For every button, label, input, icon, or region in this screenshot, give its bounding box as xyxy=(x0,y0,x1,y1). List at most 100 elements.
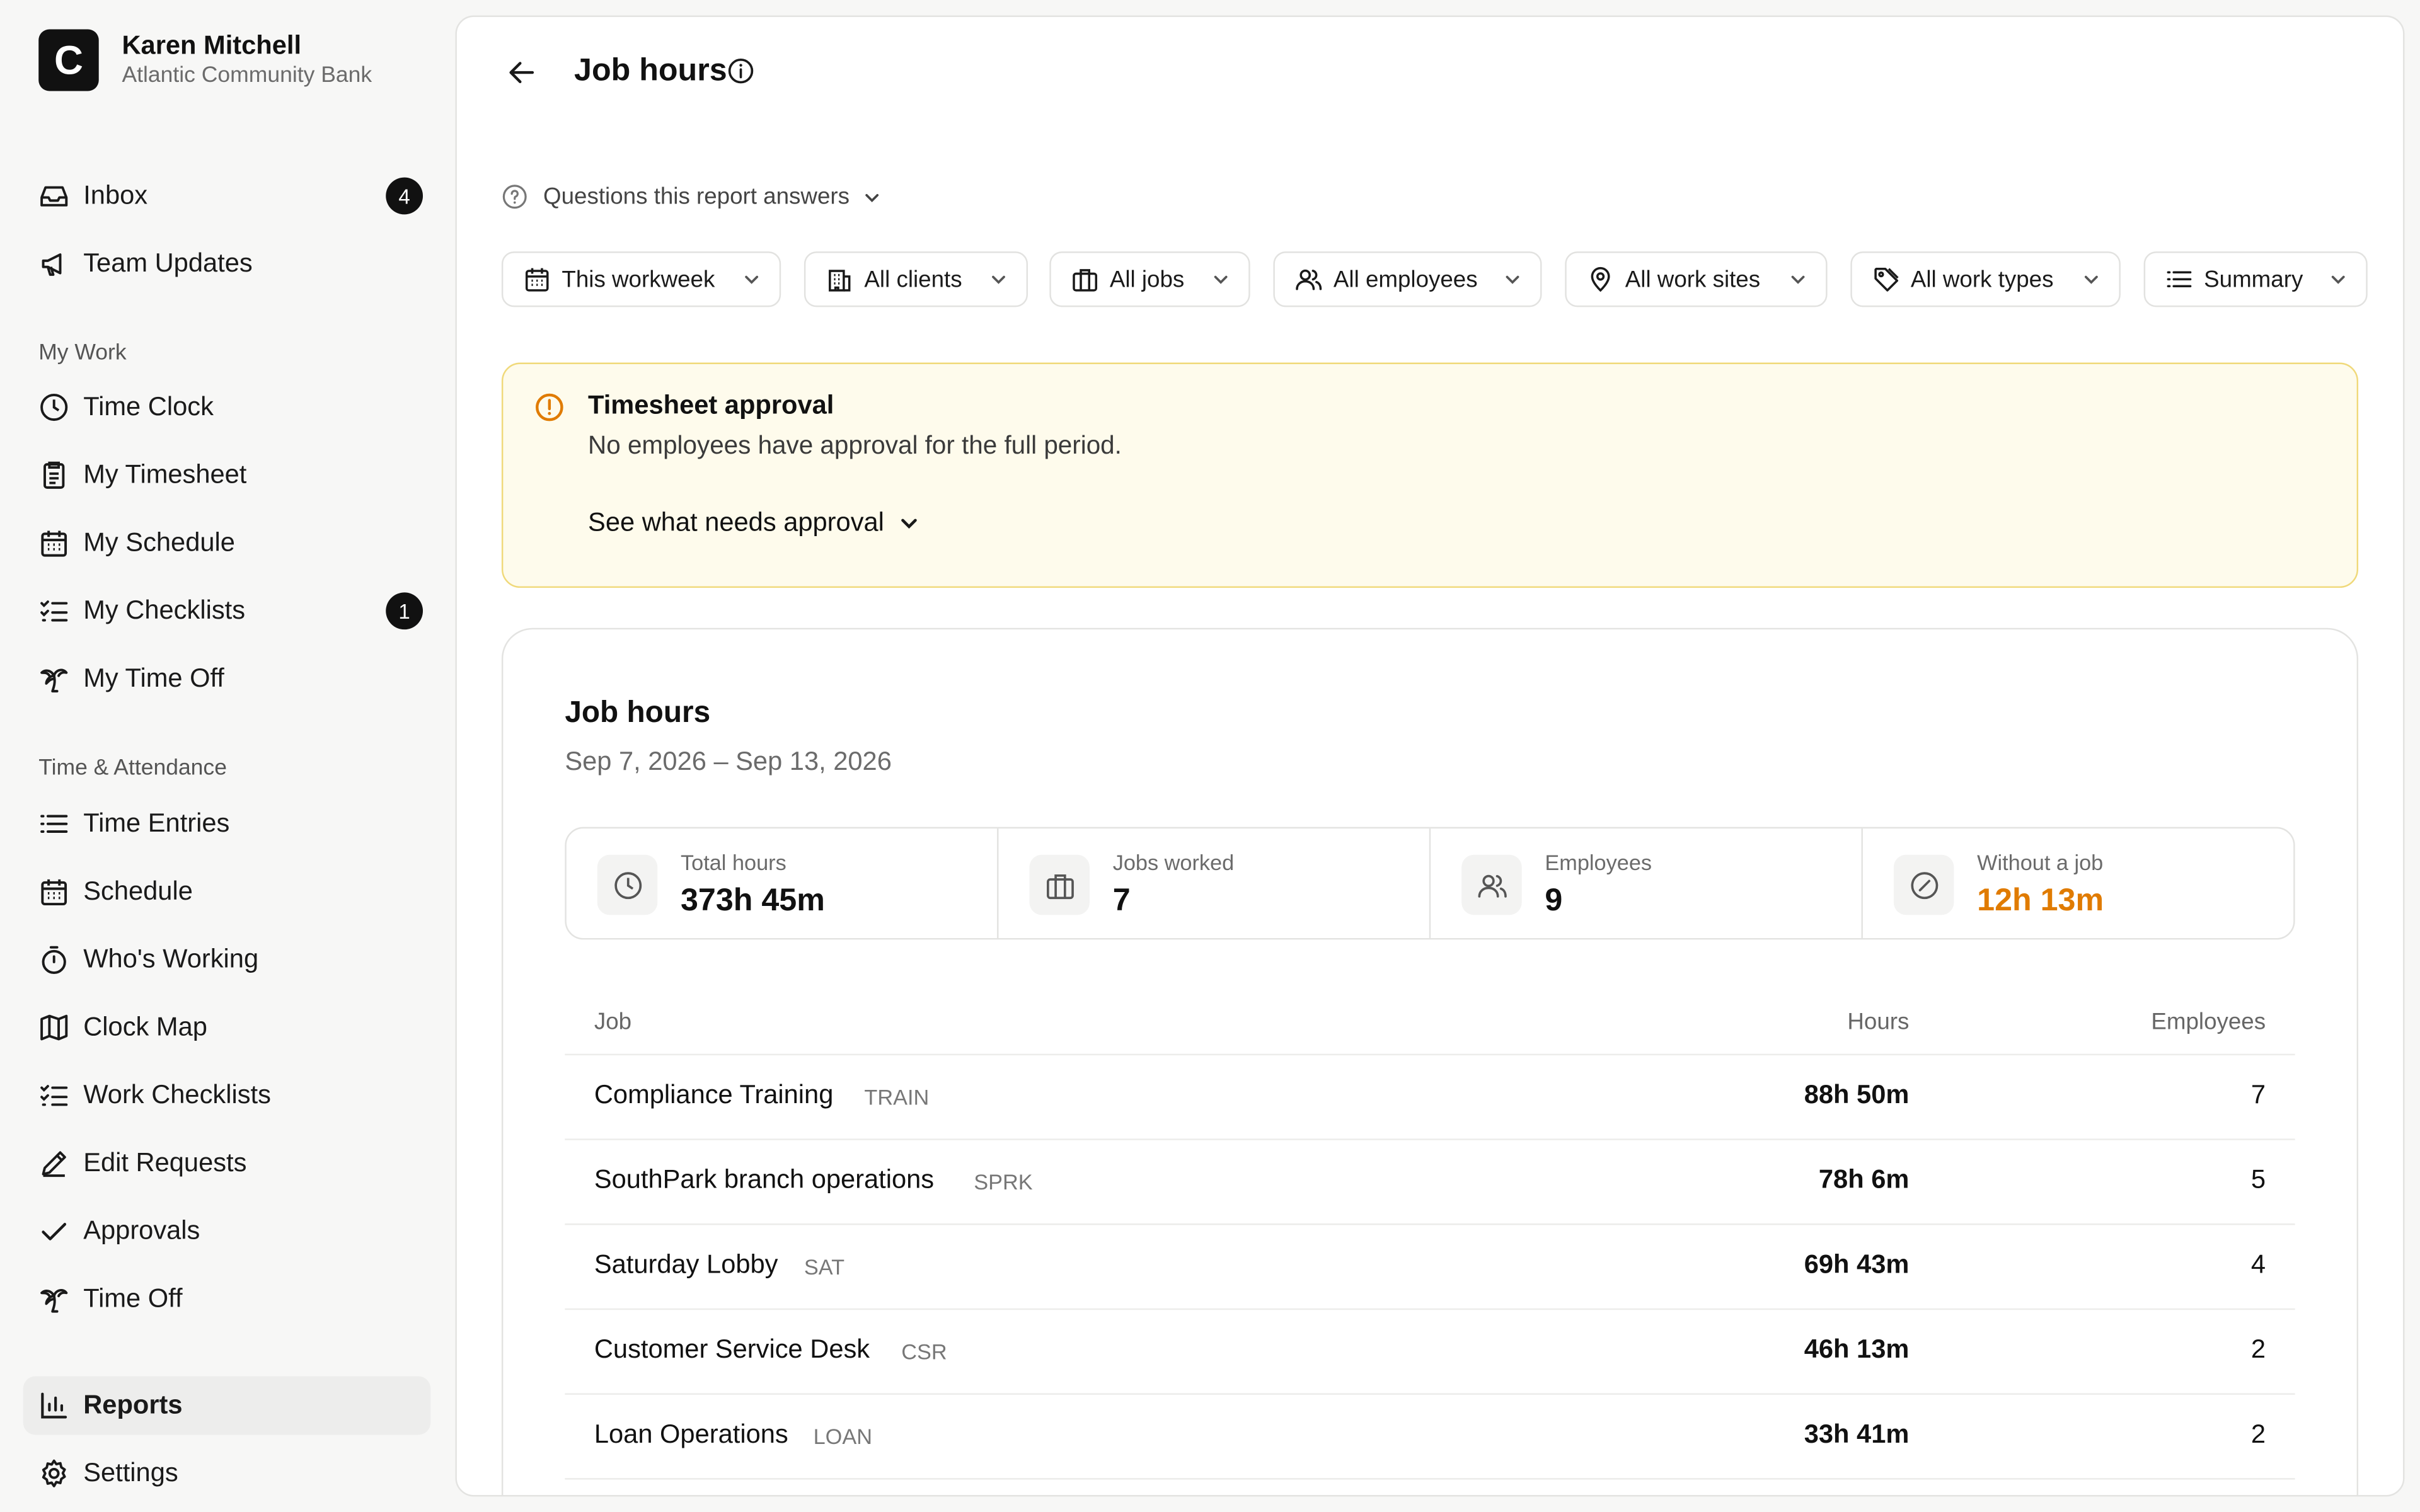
filter-clients[interactable]: All clients xyxy=(804,251,1028,307)
org-switcher[interactable]: C Karen Mitchell Atlantic Community Bank xyxy=(38,29,372,91)
sidebar-item-label: Time Off xyxy=(83,1283,183,1314)
job-code: TRAIN xyxy=(864,1084,930,1109)
chevron-down-icon xyxy=(992,275,1005,284)
checklist-icon xyxy=(40,1085,68,1106)
filter-date-range[interactable]: This workweek xyxy=(501,251,781,307)
clock-icon xyxy=(597,854,658,915)
info-icon[interactable] xyxy=(727,57,754,85)
stat-value: 9 xyxy=(1545,882,1563,919)
sidebar-item-label: Work Checklists xyxy=(83,1080,271,1109)
inbox-count-badge: 4 xyxy=(386,177,424,215)
pencil-icon xyxy=(42,1151,66,1177)
sidebar-item-settings[interactable]: Settings xyxy=(23,1444,431,1503)
filter-label: All employees xyxy=(1333,266,1478,293)
tag-icon xyxy=(1874,267,1899,292)
filter-label: All clients xyxy=(864,266,962,293)
job-name: Saturday Lobby xyxy=(594,1249,778,1280)
table-header: Job Hours Employees xyxy=(565,994,2295,1056)
sidebar-item-clock-map[interactable]: Clock Map xyxy=(23,998,431,1057)
sidebar-item-my-time-off[interactable]: My Time Off xyxy=(23,650,431,708)
column-header-hours[interactable]: Hours xyxy=(1847,1009,1909,1036)
filter-employees[interactable]: All employees xyxy=(1273,251,1542,307)
main-panel: Job hours Questions this report answers … xyxy=(455,15,2405,1497)
calendar-icon xyxy=(41,530,67,557)
table-row[interactable]: Compliance Training TRAIN 88h 50m 7 xyxy=(565,1055,2295,1140)
sidebar-item-schedule[interactable]: Schedule xyxy=(23,862,431,921)
job-code: LOAN xyxy=(813,1424,872,1449)
job-employees: 2 xyxy=(2250,1419,2266,1449)
back-arrow-icon[interactable] xyxy=(505,55,539,89)
chevron-down-icon xyxy=(901,518,917,529)
page-title: Job hours xyxy=(574,52,727,88)
alert-title: Timesheet approval xyxy=(588,390,834,420)
stat-employees: Employees 9 xyxy=(1431,828,1863,938)
see-approval-toggle[interactable]: See what needs approval xyxy=(588,508,919,539)
sidebar-item-team-updates[interactable]: Team Updates xyxy=(23,234,431,293)
job-name: Compliance Training xyxy=(594,1080,834,1109)
sidebar-item-my-timesheet[interactable]: My Timesheet xyxy=(23,446,431,505)
table-row[interactable]: Customer Service Desk CSR 46h 13m 2 xyxy=(565,1310,2295,1395)
sidebar-item-label: Reports xyxy=(83,1390,183,1420)
table-row[interactable]: SouthPark branch operations SPRK 78h 6m … xyxy=(565,1140,2295,1225)
company-logo: C xyxy=(38,29,99,91)
filter-label: All jobs xyxy=(1109,266,1185,293)
sidebar-item-time-entries[interactable]: Time Entries xyxy=(23,794,431,853)
job-employees: 2 xyxy=(2250,1334,2266,1364)
filter-view-mode[interactable]: Summary xyxy=(2143,251,2368,307)
filter-work-types[interactable]: All work types xyxy=(1850,251,2121,307)
alert-circle-icon xyxy=(536,393,563,421)
report-title: Job hours xyxy=(565,696,711,730)
sidebar-item-my-checklists[interactable]: My Checklists 1 xyxy=(23,581,431,640)
building-icon xyxy=(829,270,851,292)
table-row[interactable]: Loan Operations LOAN 33h 41m 2 xyxy=(565,1395,2295,1480)
list-icon xyxy=(40,815,68,833)
clock-icon xyxy=(40,393,68,421)
stat-value: 373h 45m xyxy=(681,882,825,919)
sidebar-item-whos-working[interactable]: Who's Working xyxy=(23,931,431,989)
checklist-icon xyxy=(40,600,68,622)
section-label-time-attendance: Time & Attendance xyxy=(38,756,227,781)
sidebar-item-time-clock[interactable]: Time Clock xyxy=(23,378,431,437)
users-icon xyxy=(1461,854,1522,915)
job-code: CSR xyxy=(901,1339,947,1364)
filter-work-sites[interactable]: All work sites xyxy=(1565,251,1828,307)
sidebar-item-reports[interactable]: Reports xyxy=(23,1376,431,1435)
stat-jobs-worked: Jobs worked 7 xyxy=(998,828,1431,938)
table-row[interactable]: Saturday Lobby SAT 69h 43m 4 xyxy=(565,1225,2295,1310)
sidebar-item-label: Team Updates xyxy=(83,248,253,278)
checklists-count-badge: 1 xyxy=(386,592,424,630)
stat-value: 12h 13m xyxy=(1977,882,2104,919)
column-header-job[interactable]: Job xyxy=(594,1009,631,1036)
sidebar-item-label: Clock Map xyxy=(83,1012,207,1042)
sidebar-item-label: My Schedule xyxy=(83,527,235,558)
job-hours: 78h 6m xyxy=(1818,1164,1910,1194)
questions-toggle[interactable]: Questions this report answers xyxy=(502,183,882,210)
questions-label: Questions this report answers xyxy=(543,183,850,210)
sidebar-item-edit-requests[interactable]: Edit Requests xyxy=(23,1134,431,1193)
chevron-down-icon xyxy=(1506,275,1519,284)
list-icon xyxy=(2167,271,2192,288)
sidebar-item-label: Time Entries xyxy=(83,808,230,838)
chevron-down-icon xyxy=(2084,275,2098,284)
alert-text: No employees have approval for the full … xyxy=(588,432,1122,460)
user-name: Karen Mitchell xyxy=(122,30,302,60)
sidebar-item-time-off[interactable]: Time Off xyxy=(23,1270,431,1329)
sidebar-item-label: My Checklists xyxy=(83,595,246,625)
sidebar-item-label: Settings xyxy=(83,1458,178,1487)
sidebar-item-my-schedule[interactable]: My Schedule xyxy=(23,514,431,573)
stat-label: Without a job xyxy=(1977,850,2104,875)
sidebar-item-label: Time Clock xyxy=(83,392,214,421)
filter-label: All work sites xyxy=(1625,266,1761,293)
sidebar-item-work-checklists[interactable]: Work Checklists xyxy=(23,1066,431,1125)
timesheet-approval-alert: Timesheet approval No employees have app… xyxy=(501,362,2359,588)
report-card: Job hours Sep 7, 2026 – Sep 13, 2026 Tot… xyxy=(501,627,2359,1496)
briefcase-icon xyxy=(1073,269,1098,292)
column-header-employees[interactable]: Employees xyxy=(2151,1009,2266,1036)
sidebar-item-approvals[interactable]: Approvals xyxy=(23,1202,431,1261)
filter-jobs[interactable]: All jobs xyxy=(1049,251,1250,307)
sidebar-item-inbox[interactable]: Inbox 4 xyxy=(23,166,431,225)
chevron-down-icon xyxy=(745,275,759,284)
palm-tree-icon xyxy=(40,668,68,693)
bar-chart-icon xyxy=(41,1392,67,1419)
stat-without-job: Without a job 12h 13m xyxy=(1863,828,2293,938)
